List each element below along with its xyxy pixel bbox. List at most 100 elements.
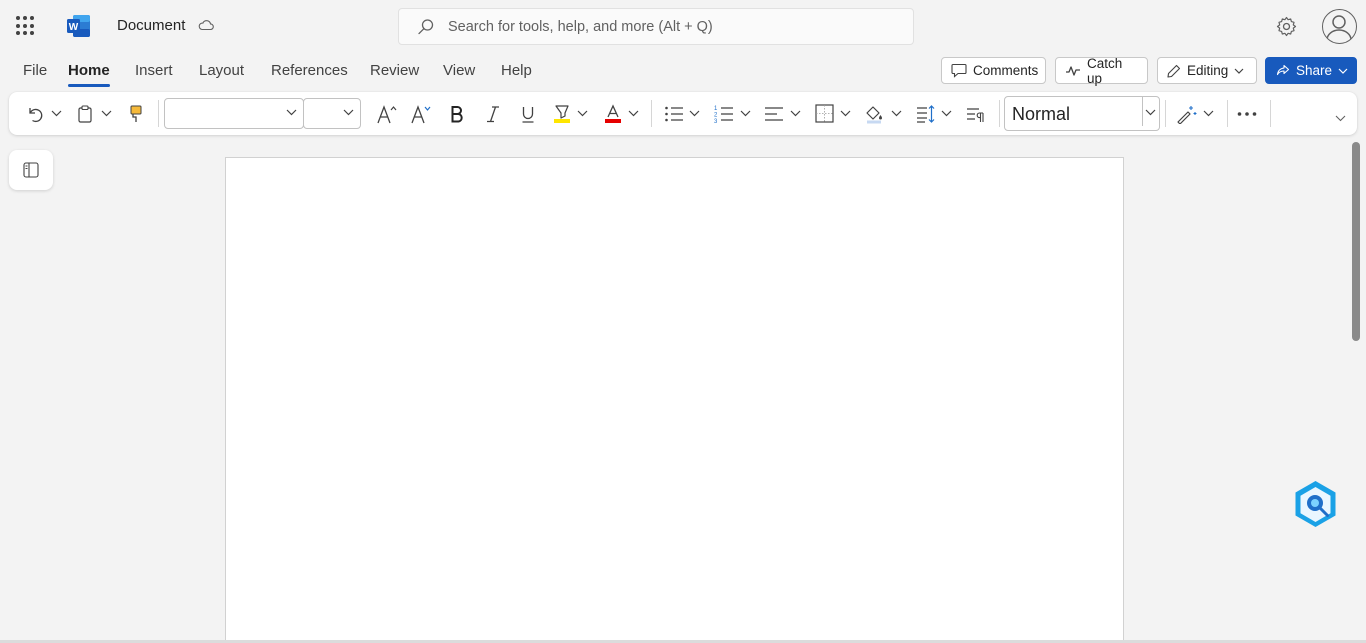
toolbar-separator bbox=[1227, 100, 1228, 127]
chevron-down-icon bbox=[343, 109, 354, 116]
chevron-down-icon bbox=[891, 110, 902, 117]
share-label: Share bbox=[1296, 63, 1333, 78]
undo-button[interactable] bbox=[26, 101, 44, 126]
activity-pulse-icon bbox=[1066, 65, 1080, 76]
bullets-dropdown[interactable] bbox=[689, 101, 700, 126]
tab-help[interactable]: Help bbox=[501, 62, 532, 79]
align-dropdown[interactable] bbox=[790, 101, 801, 126]
chevron-down-icon bbox=[790, 110, 801, 117]
designer-dropdown[interactable] bbox=[1203, 101, 1214, 126]
numbering-dropdown[interactable] bbox=[740, 101, 751, 126]
paragraph-mark-icon bbox=[967, 107, 984, 122]
format-painter-button[interactable] bbox=[128, 101, 144, 126]
expand-ribbon-button[interactable] bbox=[1335, 106, 1346, 131]
font-name-combobox[interactable] bbox=[164, 98, 304, 129]
document-page[interactable] bbox=[225, 157, 1124, 643]
tab-insert[interactable]: Insert bbox=[135, 62, 173, 79]
bold-button[interactable] bbox=[449, 101, 465, 126]
app-launcher-icon[interactable] bbox=[14, 14, 38, 38]
account-avatar-icon[interactable] bbox=[1322, 9, 1357, 44]
chevron-down-icon bbox=[1338, 68, 1348, 74]
magic-wand-icon bbox=[1177, 105, 1197, 124]
tab-review[interactable]: Review bbox=[370, 62, 419, 79]
chevron-down-icon bbox=[101, 110, 112, 117]
navigation-pane-button[interactable] bbox=[9, 150, 53, 190]
font-color-button[interactable] bbox=[604, 101, 622, 126]
more-options-button[interactable] bbox=[1237, 101, 1257, 126]
borders-button[interactable] bbox=[815, 101, 834, 126]
tab-home[interactable]: Home bbox=[68, 62, 110, 79]
shading-dropdown[interactable] bbox=[891, 101, 902, 126]
bullets-button[interactable] bbox=[664, 101, 684, 126]
paste-button[interactable] bbox=[77, 101, 93, 126]
chevron-down-icon bbox=[1203, 110, 1214, 117]
line-spacing-dropdown[interactable] bbox=[941, 101, 952, 126]
title-bar: W Document Search for tools, help, and m… bbox=[0, 0, 1366, 54]
share-button[interactable]: Share bbox=[1265, 57, 1357, 84]
line-spacing-button[interactable] bbox=[916, 101, 936, 126]
italic-button[interactable] bbox=[485, 101, 501, 126]
font-color-dropdown[interactable] bbox=[628, 101, 639, 126]
editing-mode-button[interactable]: Editing bbox=[1157, 57, 1257, 84]
settings-gear-icon[interactable] bbox=[1276, 16, 1297, 37]
paint-bucket-icon bbox=[866, 105, 882, 123]
align-left-icon bbox=[765, 106, 783, 121]
undo-dropdown[interactable] bbox=[51, 101, 62, 126]
chevron-down-icon bbox=[689, 110, 700, 117]
chevron-down-icon bbox=[286, 109, 297, 116]
cloud-saved-icon[interactable] bbox=[198, 19, 214, 31]
vertical-scrollbar-thumb[interactable] bbox=[1352, 142, 1360, 341]
style-value: Normal bbox=[1012, 104, 1071, 124]
paste-dropdown[interactable] bbox=[101, 101, 112, 126]
shading-button[interactable] bbox=[864, 101, 884, 126]
designer-button[interactable] bbox=[1176, 101, 1198, 126]
word-logo-icon[interactable]: W bbox=[66, 14, 91, 38]
copilot-icon[interactable] bbox=[1289, 478, 1342, 531]
shrink-font-icon bbox=[411, 104, 431, 123]
tab-view[interactable]: View bbox=[443, 62, 475, 79]
highlight-button[interactable] bbox=[553, 101, 571, 126]
catch-up-button[interactable]: Catch up bbox=[1055, 56, 1148, 86]
more-ellipsis-icon bbox=[1237, 111, 1257, 116]
align-button[interactable] bbox=[764, 101, 784, 126]
editing-label: Editing bbox=[1187, 63, 1229, 78]
borders-dropdown[interactable] bbox=[840, 101, 851, 126]
chevron-down-icon bbox=[941, 110, 952, 117]
comments-button[interactable]: Comments bbox=[941, 57, 1046, 84]
toolbar-separator bbox=[1165, 100, 1166, 127]
share-icon bbox=[1276, 64, 1290, 75]
toolbar-separator bbox=[651, 100, 652, 127]
undo-icon bbox=[29, 107, 43, 122]
numbered-list-icon: 1 2 3 bbox=[714, 106, 733, 124]
highlight-dropdown[interactable] bbox=[577, 101, 588, 126]
pencil-icon bbox=[1167, 64, 1181, 78]
bulleted-list-icon bbox=[665, 106, 683, 121]
highlighter-icon bbox=[554, 104, 570, 123]
tab-references[interactable]: References bbox=[271, 62, 348, 79]
svg-text:W: W bbox=[69, 22, 79, 33]
show-formatting-button[interactable] bbox=[966, 101, 986, 126]
shrink-font-button[interactable] bbox=[410, 101, 432, 126]
numbering-button[interactable]: 1 2 3 bbox=[714, 101, 734, 126]
tab-file[interactable]: File bbox=[23, 62, 47, 79]
font-size-combobox[interactable] bbox=[303, 98, 361, 129]
styles-combobox[interactable]: Normal bbox=[1004, 96, 1160, 131]
italic-icon bbox=[487, 105, 499, 122]
chevron-down-icon bbox=[1145, 109, 1156, 116]
chevron-down-icon bbox=[1335, 115, 1346, 122]
clipboard-icon bbox=[78, 104, 92, 123]
search-box[interactable]: Search for tools, help, and more (Alt + … bbox=[398, 8, 914, 45]
chevron-down-icon bbox=[740, 110, 751, 117]
document-title[interactable]: Document bbox=[117, 17, 185, 34]
svg-text:1: 1 bbox=[714, 106, 718, 112]
combo-divider bbox=[1142, 97, 1143, 126]
search-placeholder: Search for tools, help, and more (Alt + … bbox=[448, 19, 713, 35]
bold-icon bbox=[451, 105, 463, 122]
tab-layout[interactable]: Layout bbox=[199, 62, 244, 79]
font-color-icon bbox=[605, 103, 621, 123]
chevron-down-icon bbox=[577, 110, 588, 117]
grow-font-button[interactable] bbox=[376, 101, 398, 126]
underline-button[interactable] bbox=[520, 101, 536, 126]
search-icon bbox=[418, 19, 434, 35]
svg-text:3: 3 bbox=[714, 119, 718, 124]
